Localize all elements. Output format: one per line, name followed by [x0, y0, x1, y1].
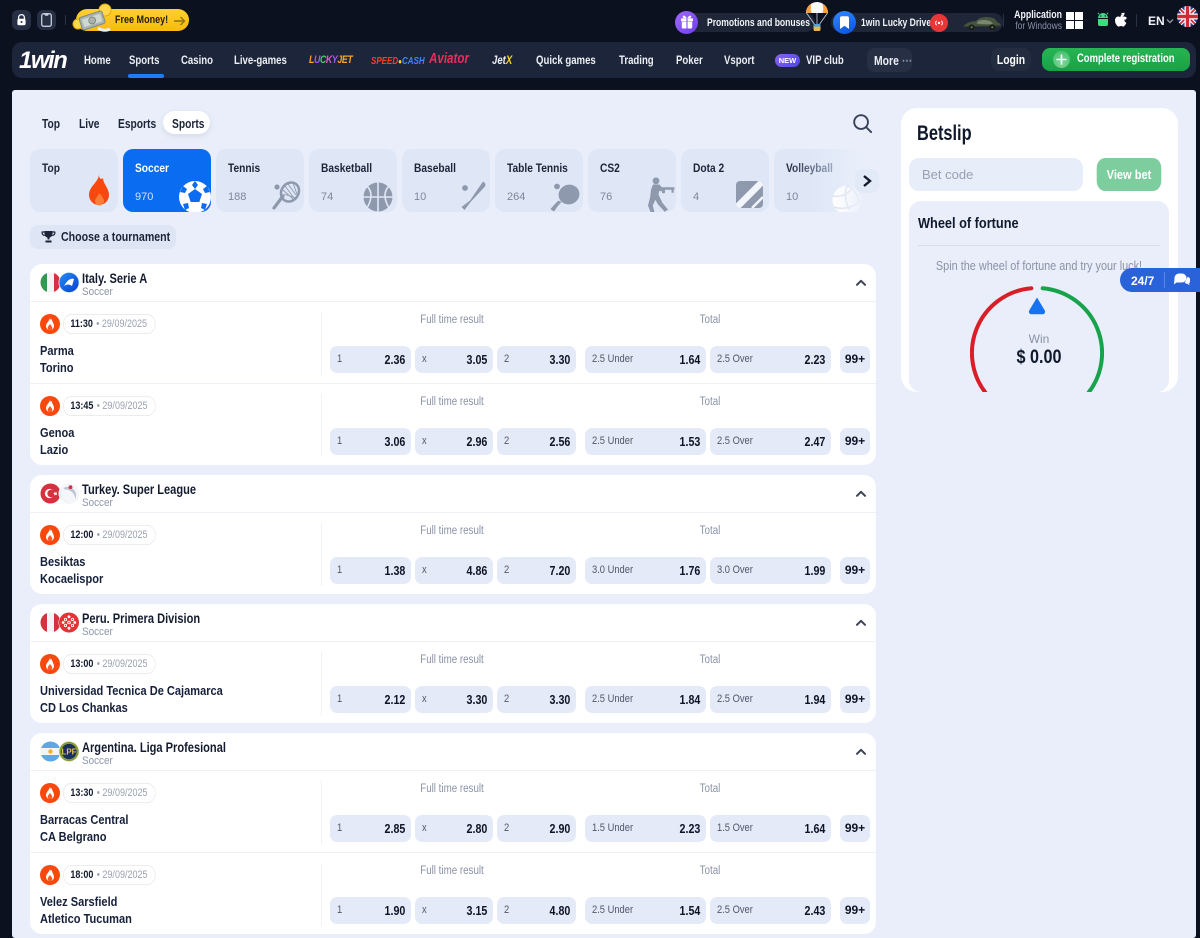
svg-text:LPF: LPF	[61, 748, 76, 757]
